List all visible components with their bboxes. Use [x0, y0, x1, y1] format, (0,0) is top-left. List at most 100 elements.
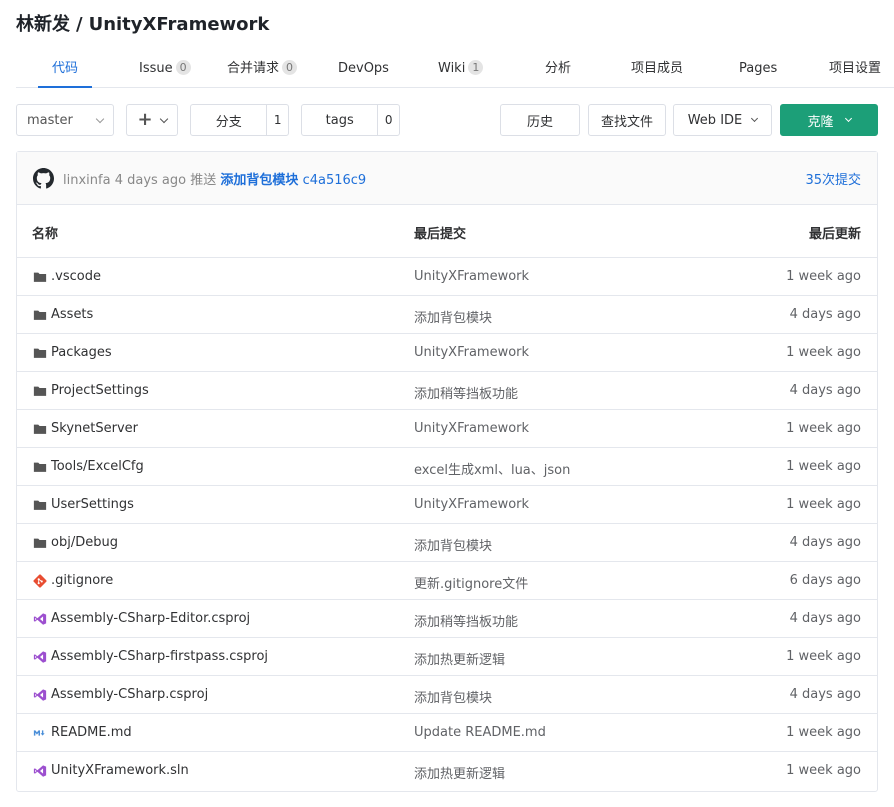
table-row[interactable]: Tools/ExcelCfg excel生成xml、lua、json 1 wee…: [17, 448, 877, 486]
table-row[interactable]: UserSettings UnityXFramework 1 week ago: [17, 486, 877, 524]
file-last-updated: 6 days ago: [789, 573, 861, 588]
file-last-commit[interactable]: UnityXFramework: [414, 421, 529, 436]
file-name[interactable]: Assembly-CSharp-firstpass.csproj: [51, 649, 268, 664]
file-name[interactable]: .vscode: [51, 269, 101, 284]
repo-owner[interactable]: 林新发: [16, 14, 70, 35]
folder-icon: [33, 348, 47, 358]
branches-button[interactable]: 分支 1: [190, 104, 289, 136]
file-last-commit[interactable]: UnityXFramework: [414, 497, 529, 512]
add-new-button[interactable]: +: [126, 104, 178, 136]
last-commit-bar: linxinfa 4 days ago 推送 添加背包模块 c4a516c9 3…: [17, 152, 877, 205]
tags-label: tags: [325, 112, 354, 128]
folder-icon: [33, 538, 47, 548]
table-row[interactable]: Packages UnityXFramework 1 week ago: [17, 334, 877, 372]
commit-time: 4 days ago: [114, 173, 187, 188]
history-button[interactable]: 历史: [500, 104, 580, 136]
find-file-button[interactable]: 查找文件: [588, 104, 666, 136]
commit-sha[interactable]: c4a516c9: [303, 173, 367, 188]
chevron-down-icon: [159, 114, 168, 123]
file-last-commit[interactable]: 添加背包模块: [414, 535, 492, 554]
file-last-commit[interactable]: 添加背包模块: [414, 687, 492, 706]
file-last-updated: 1 week ago: [786, 763, 861, 778]
file-table-header: 名称 最后提交 最后更新: [17, 205, 877, 258]
chevron-down-icon: [751, 114, 759, 123]
table-row[interactable]: UnityXFramework.sln 添加热更新逻辑 1 week ago: [17, 752, 877, 790]
folder-icon: [33, 424, 47, 434]
file-name[interactable]: Packages: [51, 345, 112, 360]
branch-select[interactable]: master: [16, 104, 114, 136]
file-name[interactable]: Assembly-CSharp.csproj: [51, 687, 208, 702]
file-list: .vscode UnityXFramework 1 week ago Asset…: [17, 258, 877, 790]
file-name[interactable]: UserSettings: [51, 497, 134, 512]
file-last-commit[interactable]: 添加背包模块: [414, 307, 492, 326]
web-ide-button[interactable]: Web IDE: [673, 104, 772, 136]
file-last-commit[interactable]: 添加热更新逻辑: [414, 763, 505, 782]
visual-studio-icon: [33, 613, 47, 625]
table-row[interactable]: .vscode UnityXFramework 1 week ago: [17, 258, 877, 296]
tab-code[interactable]: 代码: [38, 52, 92, 88]
table-row[interactable]: .gitignore 更新.gitignore文件 6 days ago: [17, 562, 877, 600]
commit-author[interactable]: linxinfa: [63, 173, 111, 188]
tab-merge-requests[interactable]: 合并请求 0: [227, 52, 298, 88]
file-name[interactable]: obj/Debug: [51, 535, 118, 550]
table-row[interactable]: SkynetServer UnityXFramework 1 week ago: [17, 410, 877, 448]
table-row[interactable]: Assembly-CSharp-firstpass.csproj 添加热更新逻辑…: [17, 638, 877, 676]
file-browser-panel: linxinfa 4 days ago 推送 添加背包模块 c4a516c9 3…: [16, 151, 878, 792]
chevron-down-icon: [95, 114, 105, 123]
markdown-icon: [33, 730, 45, 736]
file-name[interactable]: ProjectSettings: [51, 383, 149, 398]
plus-icon: +: [137, 109, 153, 130]
header-last-updated: 最后更新: [808, 227, 861, 242]
file-last-commit[interactable]: 添加稍等挡板功能: [414, 611, 518, 630]
repo-name[interactable]: UnityXFramework: [89, 14, 270, 35]
repo-separator: /: [76, 14, 83, 35]
file-name[interactable]: Assembly-CSharp-Editor.csproj: [51, 611, 250, 626]
file-name[interactable]: Assets: [51, 307, 93, 322]
file-name[interactable]: UnityXFramework.sln: [51, 763, 189, 778]
clone-button[interactable]: 克隆: [780, 104, 878, 136]
file-last-commit[interactable]: 添加稍等挡板功能: [414, 383, 518, 402]
issue-count-badge: 0: [175, 60, 191, 75]
file-last-updated: 4 days ago: [789, 611, 861, 626]
tab-devops[interactable]: DevOps: [338, 52, 389, 88]
folder-icon: [33, 500, 47, 510]
tab-settings[interactable]: 项目设置: [829, 52, 881, 88]
file-name[interactable]: Tools/ExcelCfg: [51, 459, 144, 474]
wiki-count-badge: 1: [468, 60, 484, 75]
table-row[interactable]: ProjectSettings 添加稍等挡板功能 4 days ago: [17, 372, 877, 410]
git-icon: [33, 574, 47, 588]
tags-button[interactable]: tags 0: [301, 104, 400, 136]
file-name[interactable]: .gitignore: [51, 573, 113, 588]
file-last-updated: 4 days ago: [789, 383, 861, 398]
table-row[interactable]: Assets 添加背包模块 4 days ago: [17, 296, 877, 334]
file-name[interactable]: SkynetServer: [51, 421, 138, 436]
folder-icon: [33, 310, 47, 320]
table-row[interactable]: Assembly-CSharp.csproj 添加背包模块 4 days ago: [17, 676, 877, 714]
file-last-commit[interactable]: UnityXFramework: [414, 345, 529, 360]
chevron-down-icon: [844, 114, 852, 123]
commit-message[interactable]: 添加背包模块: [220, 173, 298, 188]
file-last-commit[interactable]: 更新.gitignore文件: [414, 573, 528, 592]
file-last-updated: 4 days ago: [789, 307, 861, 322]
github-avatar-icon[interactable]: [33, 168, 54, 189]
commit-action: 推送: [190, 173, 217, 188]
tab-wiki[interactable]: Wiki 1: [438, 52, 484, 88]
file-last-commit[interactable]: UnityXFramework: [414, 269, 529, 284]
file-last-commit[interactable]: 添加热更新逻辑: [414, 649, 505, 668]
file-last-commit[interactable]: Update README.md: [414, 725, 546, 740]
visual-studio-icon: [33, 765, 47, 777]
repo-title: 林新发 / UnityXFramework: [16, 10, 269, 36]
commits-count-link[interactable]: 35次提交: [805, 169, 861, 188]
file-last-updated: 1 week ago: [786, 345, 861, 360]
file-last-commit[interactable]: excel生成xml、lua、json: [414, 459, 570, 478]
tab-issue[interactable]: Issue 0: [139, 52, 191, 88]
tab-members[interactable]: 项目成员: [631, 52, 683, 88]
visual-studio-icon: [33, 689, 47, 701]
file-name[interactable]: README.md: [51, 725, 132, 740]
table-row[interactable]: README.md Update README.md 1 week ago: [17, 714, 877, 752]
tab-analysis[interactable]: 分析: [545, 52, 571, 88]
last-commit-info: linxinfa 4 days ago 推送 添加背包模块 c4a516c9: [63, 169, 366, 188]
tab-pages[interactable]: Pages: [739, 52, 777, 88]
table-row[interactable]: obj/Debug 添加背包模块 4 days ago: [17, 524, 877, 562]
table-row[interactable]: Assembly-CSharp-Editor.csproj 添加稍等挡板功能 4…: [17, 600, 877, 638]
